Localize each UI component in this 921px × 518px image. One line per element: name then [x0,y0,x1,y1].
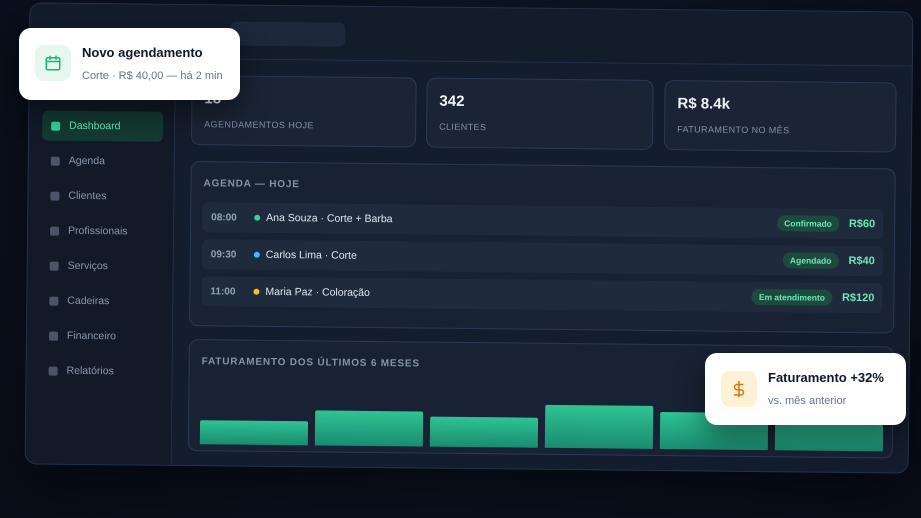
toast-subtitle: Corte · R$ 40,00 — há 2 min [82,70,223,82]
status-badge: Em atendimento [751,288,833,306]
dollar-icon [721,371,757,407]
stat-label: AGENDAMENTOS HOJE [204,119,314,131]
dashboard-icon [51,121,61,131]
appointment-description: Carlos Lima · Corte [265,248,357,262]
stat-value: 342 [439,92,465,110]
appointment-row[interactable]: 11:00 Maria Paz · Coloração Em atendimen… [201,276,883,314]
sidebar-item-label: Profissionais [67,224,128,238]
calendar-icon [35,45,71,81]
new-appointment-toast[interactable]: Novo agendamento Corte · R$ 40,00 — há 2… [19,28,240,100]
appointment-price: R$120 [841,291,875,305]
sidebar-item-relatorios[interactable]: Relatórios [39,356,160,387]
stat-label: CLIENTES [439,121,487,133]
sidebar-item-label: Clientes [68,189,107,203]
sidebar-item-label: Agenda [68,154,106,168]
toast-subtitle: vs. mês anterior [768,395,847,407]
sidebar-item-label: Relatórios [66,364,114,378]
stat-label: FATURAMENTO NO MÊS [677,124,790,136]
appointment-description: Maria Paz · Coloração [265,285,370,299]
status-badge: Confirmado [777,215,839,232]
status-dot [254,214,261,221]
status-dot [253,288,260,295]
financeiro-icon [48,331,59,341]
sidebar-item-label: Dashboard [69,119,121,133]
sidebar-item-agenda[interactable]: Agenda [42,146,163,177]
sidebar-item-financeiro[interactable]: Financeiro [40,321,161,352]
appointment-time: 09:30 [210,248,237,261]
toast-title: Novo agendamento [82,45,203,60]
appointment-description: Ana Souza · Corte + Barba [266,211,393,226]
toast-title: Faturamento +32% [768,370,884,385]
sidebar-item-label: Serviços [67,259,109,273]
appointment-price: R$60 [848,217,876,231]
revenue-bars [190,340,893,452]
sidebar-item-dashboard[interactable]: Dashboard [41,110,164,142]
stat-card-clientes: 342 CLIENTES [425,77,654,150]
revenue-title: FATURAMENTO DOS ÚLTIMOS 6 MESES [201,356,420,370]
appointment-price: R$40 [848,254,875,268]
clientes-icon [50,191,60,201]
sidebar-item-label: Financeiro [66,329,117,343]
appointment-row[interactable]: 08:00 Ana Souza · Corte + Barba Confirma… [202,202,884,240]
appointment-row[interactable]: 09:30 Carlos Lima · Corte Agendado R$40 [201,239,883,277]
servicos-icon [49,261,59,271]
stat-value: R$ 8.4k [677,95,731,113]
sidebar-item-profissionais[interactable]: Profissionais [41,216,162,247]
search-input[interactable] [230,21,346,47]
revenue-bar [314,410,424,447]
sidebar-item-clientes[interactable]: Clientes [41,181,162,212]
appointment-time: 11:00 [210,285,236,298]
cadeiras-icon [49,296,59,306]
agenda-title: AGENDA — HOJE [203,178,300,191]
appointment-time: 08:00 [211,211,237,224]
sidebar-item-cadeiras[interactable]: Cadeiras [40,286,161,317]
revenue-toast[interactable]: Faturamento +32% vs. mês anterior [705,353,906,425]
agenda-icon [50,156,60,166]
profissionais-icon [50,226,60,236]
status-badge: Agendado [782,252,839,269]
sidebar: Dashboard Agenda Clientes Profissionais … [25,57,176,465]
revenue-bar [199,420,309,446]
sidebar-item-servicos[interactable]: Serviços [41,251,162,282]
revenue-bar [544,404,654,449]
revenue-bar [429,416,539,448]
status-dot [253,251,260,258]
sidebar-item-label: Cadeiras [67,294,110,308]
agenda-panel: AGENDA — HOJE 08:00 Ana Souza · Corte + … [189,161,896,334]
relatorios-icon [48,366,58,376]
stat-card-faturamento: R$ 8.4k FATURAMENTO NO MÊS [663,80,897,153]
